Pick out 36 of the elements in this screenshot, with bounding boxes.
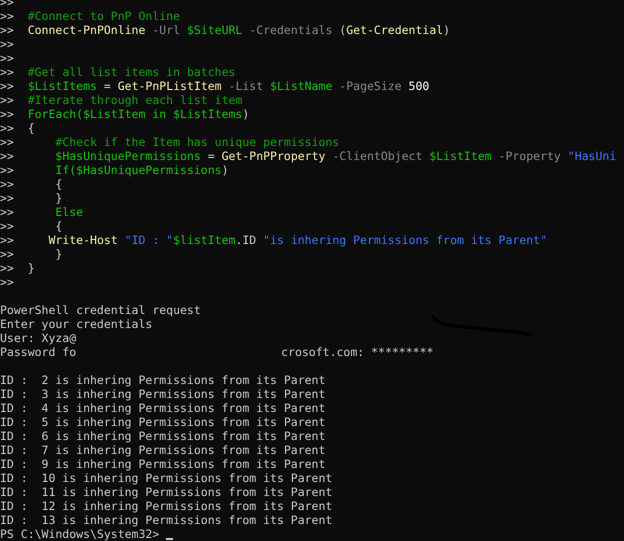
console-line: >> {	[0, 177, 62, 191]
console-line: Enter your credentials	[0, 317, 152, 331]
console-line: >> ForEach($ListItem in $ListItems)	[0, 107, 250, 121]
console-line: ID : 11 is inhering Permissions from its Parent	[0, 485, 332, 499]
console-line: >> Write-Host "ID : "$listItem.ID "is inhering Permissions from its Parent"	[0, 233, 547, 247]
console-line: >> $HasUniquePermissions = Get-PnPProperty -ClientObject $ListItem -Property "HasUni	[0, 149, 616, 163]
console-line: Password fo crosoft.com: *********	[0, 345, 434, 359]
console-line: >> Connect-PnPOnline -Url $SiteURL -Credentials (Get-Credential)	[0, 23, 450, 37]
console-line: >> Else	[0, 205, 84, 219]
console-line: ID : 10 is inhering Permissions from its Parent	[0, 471, 332, 485]
console-line: ID : 13 is inhering Permissions from its Parent	[0, 513, 332, 527]
console-line: >> #Check if the Item has unique permissions	[0, 135, 340, 149]
console-line: ID : 7 is inhering Permissions from its Parent	[0, 443, 326, 457]
console-line: >> If($HasUniquePermissions)	[0, 163, 229, 177]
console-line: ID : 2 is inhering Permissions from its Parent	[0, 373, 326, 387]
console-line: >>	[0, 37, 14, 51]
console-line: >> #Iterate through each list item	[0, 93, 242, 107]
console-line: ID : 6 is inhering Permissions from its Parent	[0, 429, 326, 443]
console-line: ID : 5 is inhering Permissions from its Parent	[0, 415, 326, 429]
console-line: >> }	[0, 261, 35, 275]
console-line: >> {	[0, 219, 62, 233]
console-line: >> #Get all list items in batches	[0, 65, 236, 79]
console-line: PS C:\Windows\System32>	[0, 527, 160, 541]
console-line: >> #Connect to PnP Online	[0, 9, 180, 23]
console-line: >> }	[0, 247, 62, 261]
console-line: ID : 3 is inhering Permissions from its Parent	[0, 387, 326, 401]
console-line: PowerShell credential request	[0, 303, 201, 317]
console-line: ID : 12 is inhering Permissions from its Parent	[0, 499, 332, 513]
console-line: >>	[0, 51, 14, 65]
console-line: >>	[0, 275, 14, 289]
console-line: >> $ListItems = Get-PnPListItem -List $ListName -PageSize 500	[0, 79, 430, 93]
console-line: ID : 9 is inhering Permissions from its Parent	[0, 457, 326, 471]
console-line: User: Xyza@	[0, 331, 76, 345]
console-line: >> {	[0, 121, 35, 135]
console-line: >> }	[0, 191, 62, 205]
console-line: ID : 4 is inhering Permissions from its Parent	[0, 401, 326, 415]
